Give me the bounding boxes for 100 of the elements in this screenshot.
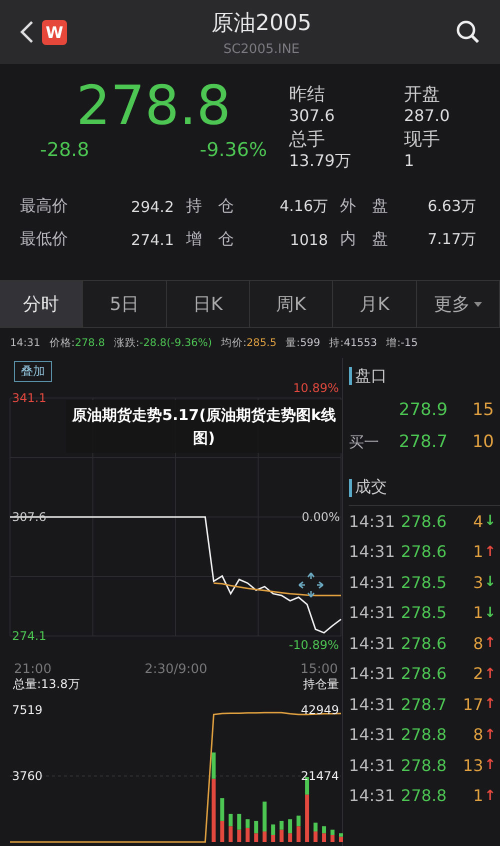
detail-value: 7.17万: [426, 230, 476, 249]
app-logo: W: [42, 20, 67, 44]
axis-label: 21474: [300, 768, 339, 784]
trade-time: 14:31: [348, 542, 396, 562]
stat-label: 现手: [404, 128, 441, 151]
trade-time: 14:31: [348, 756, 396, 775]
detail-label: 外 盘: [340, 196, 389, 217]
time-label: 21:00: [14, 662, 52, 676]
book-quantity: 10: [472, 432, 494, 452]
section-title: 成交: [354, 477, 387, 498]
trade-time: 14:31: [348, 694, 396, 714]
book-quantity: 15: [472, 400, 494, 420]
move-icon[interactable]: [298, 572, 324, 598]
trade-time: 14:31: [348, 603, 396, 622]
trade-direction: ↓: [484, 574, 496, 590]
trade-quantity: 2: [473, 664, 484, 684]
book-price: 278.9: [398, 400, 449, 420]
trade-quantity: 17: [462, 694, 484, 714]
trade-direction: ↑: [484, 635, 496, 652]
axis-label: 3760: [12, 768, 43, 784]
axis-label: 0.00%: [302, 510, 340, 524]
stat-value: 287.0: [404, 106, 451, 125]
trade-quantity: 8: [473, 634, 484, 653]
detail-value: 274.1: [130, 230, 174, 248]
period-tab[interactable]: 日K: [166, 281, 250, 327]
axis-label: 341.1: [12, 390, 46, 406]
last-price: 278.8: [76, 74, 231, 139]
detail-label: 最高价: [20, 196, 69, 217]
trade-price: 278.5: [400, 572, 448, 592]
detail-value: 294.2: [130, 198, 174, 216]
period-tab[interactable]: 月K: [333, 281, 417, 327]
trade-direction: ↑: [484, 726, 496, 743]
stat-label: 总手: [289, 128, 326, 151]
detail-label: 增 仓: [186, 229, 235, 250]
section-title: 盘口: [354, 366, 387, 386]
trade-price: 278.6: [400, 634, 448, 653]
quote-info: 量:599: [286, 336, 320, 350]
book-price: 278.7: [398, 432, 449, 452]
quote-info: 涨跌:-28.8(-9.36%): [114, 336, 212, 350]
trade-quantity: 1: [473, 542, 484, 562]
trade-time: 14:31: [348, 664, 396, 684]
trade-price: 278.6: [400, 512, 448, 531]
trade-price: 278.8: [400, 725, 448, 744]
axis-label: -10.89%: [288, 638, 340, 652]
price-change: -28.8: [40, 138, 90, 161]
quote-info: 14:31: [10, 337, 40, 349]
trade-quantity: 1: [473, 786, 484, 806]
trade-price: 278.8: [400, 756, 448, 775]
volume-total: 总量:13.8万: [12, 676, 81, 693]
trade-direction: ↓: [484, 513, 496, 530]
axis-label: 42949: [300, 702, 339, 718]
trade-quantity: 13: [462, 756, 484, 775]
stat-value: 13.79万: [289, 151, 352, 172]
stat-value: 307.6: [289, 106, 336, 125]
quote-info: 均价:285.5: [220, 336, 277, 350]
axis-label: 10.89%: [292, 381, 340, 395]
trade-price: 278.6: [400, 664, 448, 684]
time-label: 2:30/9:00: [144, 662, 208, 676]
quote-info: 持:41553: [329, 336, 378, 350]
trade-quantity: 4: [473, 512, 484, 531]
caption-banner: 原油期货走势5.17(原油期货走势图k线图): [66, 400, 342, 453]
trade-direction: ↑: [484, 666, 496, 682]
trade-direction: ↑: [484, 544, 496, 560]
trade-time: 14:31: [348, 725, 396, 744]
detail-value: 1018: [288, 230, 328, 248]
trade-direction: ↑: [484, 757, 496, 774]
time-label: 15:00: [300, 662, 338, 676]
trade-price: 278.6: [400, 542, 448, 562]
detail-value: 4.16万: [278, 197, 328, 216]
percent-change: -9.36%: [200, 138, 267, 161]
detail-label: 持 仓: [186, 196, 235, 217]
quote-info: 增:-15: [386, 336, 418, 350]
trade-quantity: 1: [473, 603, 484, 622]
period-tab[interactable]: 更多: [416, 281, 500, 327]
trade-time: 14:31: [348, 634, 396, 653]
trade-time: 14:31: [348, 512, 396, 531]
trade-quantity: 8: [473, 725, 484, 744]
stat-label: 开盘: [404, 83, 441, 106]
detail-label: 内 盘: [340, 229, 389, 250]
contract-code: SC2005.INE: [223, 42, 300, 56]
trade-direction: ↓: [484, 604, 496, 621]
open-interest-title: 持仓量: [302, 676, 340, 693]
axis-label: 274.1: [12, 628, 46, 644]
book-label: 买一: [348, 432, 380, 452]
trade-direction: ↑: [484, 696, 496, 712]
period-tab[interactable]: 分时: [0, 281, 84, 327]
search-icon[interactable]: [456, 20, 480, 44]
trade-time: 14:31: [348, 572, 396, 592]
overlay-button[interactable]: 叠加: [14, 361, 52, 382]
period-tab[interactable]: 5日: [83, 281, 167, 327]
page-title: 原油2005: [212, 10, 312, 38]
stat-value: 1: [404, 151, 416, 170]
trade-price: 278.5: [400, 603, 448, 622]
stat-label: 昨结: [289, 83, 326, 106]
trade-time: 14:31: [348, 786, 396, 806]
back-icon[interactable]: [20, 20, 34, 44]
detail-value: 6.63万: [426, 197, 476, 216]
axis-label: 7519: [12, 702, 43, 718]
trade-price: 278.8: [400, 786, 448, 806]
period-tab[interactable]: 周K: [250, 281, 334, 327]
